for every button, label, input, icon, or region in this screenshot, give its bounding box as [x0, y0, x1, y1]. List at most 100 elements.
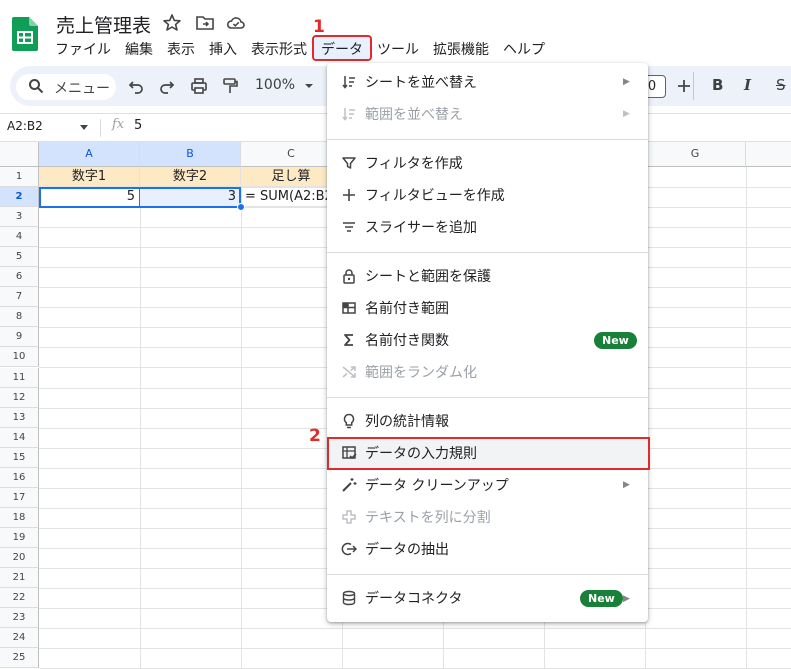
- data-validation-item[interactable]: データの入力規則: [365, 443, 477, 463]
- search-icon: [29, 79, 44, 94]
- select-all-corner[interactable]: [0, 142, 39, 167]
- menu-view[interactable]: 表示: [160, 37, 202, 59]
- row-header[interactable]: 17: [0, 488, 39, 508]
- menubar: ファイル 編集 表示 挿入 表示形式 データ ツール 拡張機能 ヘルプ: [48, 35, 552, 61]
- add-slicer-item[interactable]: スライサーを追加: [365, 217, 477, 237]
- named-ranges-icon: [342, 302, 356, 314]
- row-header[interactable]: 14: [0, 428, 39, 448]
- menu-extensions[interactable]: 拡張機能: [426, 37, 496, 59]
- row-header[interactable]: 5: [0, 247, 39, 267]
- row-gridline: [39, 628, 791, 629]
- split-text-item: テキストを列に分割: [365, 510, 491, 526]
- row-gridline: [39, 648, 791, 649]
- menu-separator: [327, 574, 648, 575]
- row-header[interactable]: 3: [0, 207, 39, 227]
- menu-insert[interactable]: 挿入: [202, 37, 244, 59]
- data-cleanup-item[interactable]: データ クリーンアップ: [365, 475, 509, 495]
- name-box[interactable]: A2:B2: [7, 119, 43, 133]
- row-header[interactable]: 1: [0, 167, 39, 187]
- row-header[interactable]: 25: [0, 648, 39, 668]
- paint-format-icon[interactable]: [221, 77, 239, 95]
- row-header[interactable]: 20: [0, 548, 39, 568]
- sort-range-item: 範囲を並べ替え: [365, 107, 463, 123]
- zoom-dropdown-icon[interactable]: [304, 83, 314, 89]
- menu-format[interactable]: 表示形式: [244, 37, 314, 59]
- new-badge: New: [580, 590, 623, 607]
- undo-icon[interactable]: [127, 77, 145, 95]
- step-1-annotation: 1: [313, 17, 325, 37]
- cell-b1[interactable]: 数字2: [140, 167, 241, 187]
- row-header[interactable]: 12: [0, 388, 39, 408]
- star-icon[interactable]: [162, 13, 182, 33]
- formula-input[interactable]: 5: [134, 118, 142, 133]
- name-box-dropdown-icon[interactable]: [80, 125, 88, 130]
- column-header-h[interactable]: [746, 142, 791, 167]
- row-header[interactable]: 8: [0, 307, 39, 327]
- cell-a1[interactable]: 数字1: [39, 167, 140, 187]
- cell-b2[interactable]: 3: [140, 187, 241, 207]
- row-header[interactable]: 15: [0, 448, 39, 468]
- column-header-b[interactable]: B: [140, 142, 241, 167]
- create-filter-item[interactable]: フィルタを作成: [365, 153, 463, 173]
- submenu-arrow-icon: ▶: [623, 109, 630, 119]
- step-2-annotation: 2: [309, 426, 321, 446]
- document-title[interactable]: 売上管理表: [56, 11, 151, 38]
- increase-font-size-icon[interactable]: [675, 77, 693, 95]
- redo-icon[interactable]: [158, 77, 176, 95]
- split-text-icon: [342, 510, 356, 524]
- sort-sheet-item[interactable]: シートを並べ替え: [365, 72, 477, 92]
- sort-sheet-icon: [342, 76, 355, 89]
- move-folder-icon[interactable]: [195, 13, 215, 33]
- print-icon[interactable]: [190, 77, 208, 95]
- row-header[interactable]: 2: [0, 187, 39, 207]
- row-header[interactable]: 22: [0, 588, 39, 608]
- menu-tools[interactable]: ツール: [370, 37, 426, 59]
- column-gridline: [746, 167, 747, 668]
- column-header-a[interactable]: A: [39, 142, 140, 167]
- bold-button[interactable]: B: [712, 76, 723, 94]
- menu-help[interactable]: ヘルプ: [496, 37, 552, 59]
- named-functions-item[interactable]: 名前付き関数: [365, 330, 449, 350]
- column-gridline: [241, 167, 242, 668]
- row-header[interactable]: 11: [0, 368, 39, 388]
- menu-separator: [327, 139, 648, 140]
- row-header[interactable]: 23: [0, 608, 39, 628]
- magic-wand-icon: [342, 478, 357, 492]
- italic-button[interactable]: I: [744, 76, 751, 94]
- row-header[interactable]: 7: [0, 287, 39, 307]
- sigma-icon: [344, 334, 353, 346]
- data-extract-item[interactable]: データの抽出: [365, 539, 449, 559]
- row-header[interactable]: 6: [0, 267, 39, 287]
- sort-range-icon: [342, 108, 355, 121]
- sheets-logo-icon[interactable]: [12, 17, 38, 51]
- menu-file[interactable]: ファイル: [48, 37, 118, 59]
- named-ranges-item[interactable]: 名前付き範囲: [365, 298, 449, 318]
- shuffle-icon: [342, 366, 356, 378]
- row-header[interactable]: 13: [0, 408, 39, 428]
- create-filter-view-item[interactable]: フィルタビューを作成: [365, 185, 505, 205]
- lightbulb-icon: [343, 413, 355, 429]
- data-connectors-item[interactable]: データコネクタ: [365, 588, 462, 608]
- formula-divider: [100, 119, 101, 137]
- menu-data[interactable]: データ: [312, 35, 372, 61]
- zoom-select[interactable]: 100%: [255, 77, 295, 93]
- row-header[interactable]: 9: [0, 327, 39, 347]
- row-header[interactable]: 4: [0, 227, 39, 247]
- row-header[interactable]: 10: [0, 347, 39, 367]
- column-gridline: [140, 167, 141, 668]
- cloud-saved-icon[interactable]: [226, 13, 246, 33]
- column-stats-item[interactable]: 列の統計情報: [365, 411, 449, 431]
- strikethrough-button[interactable]: S: [776, 76, 786, 94]
- row-header[interactable]: 18: [0, 508, 39, 528]
- row-header[interactable]: 16: [0, 468, 39, 488]
- extract-icon: [341, 542, 357, 556]
- fill-handle[interactable]: [237, 203, 245, 211]
- protect-sheets-item[interactable]: シートと範囲を保護: [365, 266, 491, 286]
- row-header[interactable]: 24: [0, 628, 39, 648]
- row-header[interactable]: 19: [0, 528, 39, 548]
- randomize-range-item: 範囲をランダム化: [365, 365, 477, 381]
- column-header-g[interactable]: G: [645, 142, 746, 167]
- cell-a2[interactable]: 5: [39, 187, 140, 207]
- row-header[interactable]: 21: [0, 568, 39, 588]
- menu-edit[interactable]: 編集: [118, 37, 160, 59]
